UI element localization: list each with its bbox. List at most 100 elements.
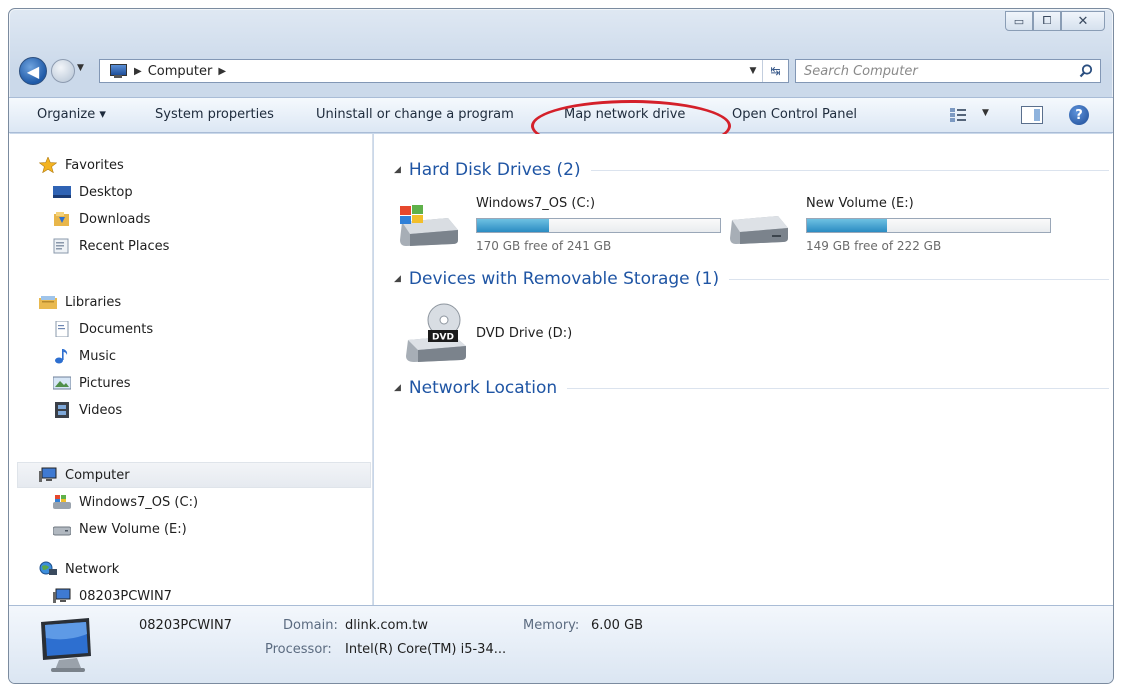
close-button[interactable]: ✕ [1061,11,1105,31]
search-input[interactable]: Search Computer [795,59,1101,83]
drive-e-name: New Volume (E:) [806,196,914,211]
nav-desktop-label: Desktop [79,184,133,200]
libraries-icon [39,296,57,309]
caption-buttons: ▭ ⧠ ✕ [1005,11,1105,31]
navigation-row: ◀ ▼ ▶ Computer ▶ ▼ ↹ Search Computer [9,53,1113,89]
nav-pictures-label: Pictures [79,375,131,391]
star-icon [39,157,57,173]
uninstall-program-button[interactable]: Uninstall or change a program [316,107,514,122]
collapse-triangle-icon[interactable]: ◢ [394,383,401,393]
details-pc-name: 08203PCWIN7 [139,618,232,633]
search-placeholder: Search Computer [804,63,918,79]
organize-button[interactable]: Organize ▾ [37,107,106,122]
nav-music[interactable]: Music [53,346,116,366]
group-hard-disk-drives[interactable]: ◢ Hard Disk Drives (2) [394,160,1109,180]
drive-c-free-space: 170 GB free of 241 GB [476,239,612,253]
details-processor-label: Processor: [265,642,332,657]
help-icon[interactable]: ? [1069,105,1089,125]
back-button[interactable]: ◀ [19,57,47,85]
group-divider [590,169,1109,171]
explorer-window: ▭ ⧠ ✕ ◀ ▼ ▶ Computer ▶ ▼ ↹ Search Comput… [8,8,1114,684]
open-control-panel-button[interactable]: Open Control Panel [732,107,857,122]
nav-network-label: Network [65,561,120,577]
recent-pages-dropdown[interactable]: ▼ [77,63,84,73]
nav-desktop[interactable]: Desktop [53,182,133,202]
nav-downloads[interactable]: Downloads [53,209,150,229]
refresh-icon[interactable]: ↹ [762,60,788,82]
group-removable-storage-title: Devices with Removable Storage (1) [408,269,720,289]
nav-videos-label: Videos [79,402,123,418]
pictures-icon [53,376,71,390]
map-network-drive-button[interactable]: Map network drive [564,107,685,122]
nav-computer-label: Computer [65,467,130,483]
breadcrumb-computer[interactable]: Computer [148,64,213,79]
details-domain-value: dlink.com.tw [345,618,429,633]
desktop-icon [53,186,71,198]
nav-pictures[interactable]: Pictures [53,373,130,393]
minimize-button[interactable]: ▭ [1005,11,1033,31]
drive-c-usage-fill [477,219,549,232]
computer-icon [39,467,57,482]
group-network-location[interactable]: ◢ Network Location [394,378,1109,398]
nav-documents-label: Documents [79,321,154,337]
details-pane: 08203PCWIN7 Domain: dlink.com.tw Memory:… [9,605,1113,683]
nav-computer[interactable]: Computer [39,465,130,485]
hard-drive-icon [730,216,788,244]
group-removable-storage[interactable]: ◢ Devices with Removable Storage (1) [394,269,1109,289]
address-dropdown-icon[interactable]: ▼ [744,66,762,76]
documents-icon [55,321,69,337]
drive-c-name: Windows7_OS (C:) [476,196,596,211]
downloads-folder-icon [54,212,69,226]
nav-network[interactable]: Network [39,559,119,579]
drive-c-usage-bar [476,218,721,233]
view-options-dropdown-icon[interactable]: ▼ [982,108,989,118]
preview-pane-icon[interactable] [1021,106,1043,124]
computer-icon [108,63,128,79]
nav-libraries-label: Libraries [65,294,122,310]
details-memory-value: 6.00 GB [591,618,644,633]
arrow-left-icon: ◀ [26,61,40,81]
drive-e-usage-fill [807,219,887,232]
details-memory-label: Memory: [523,618,580,633]
nav-documents[interactable]: Documents [53,319,153,339]
content-pane: ◢ Hard Disk Drives (2) Windows7_OS (C:) … [374,134,1113,605]
nav-network-pc[interactable]: 08203PCWIN7 [53,586,172,606]
nav-favorites[interactable]: Favorites [39,155,124,175]
nav-drive-c[interactable]: Windows7_OS (C:) [53,492,198,512]
nav-drive-c-label: Windows7_OS (C:) [79,494,199,510]
network-globe-icon [39,561,57,575]
group-divider [567,387,1109,389]
collapse-triangle-icon[interactable]: ◢ [394,165,401,175]
details-processor-value: Intel(R) Core(TM) i5-34... [345,642,507,657]
command-bar: Organize ▾ System properties Uninstall o… [9,97,1113,152]
nav-videos[interactable]: Videos [53,400,122,420]
nav-drive-e-label: New Volume (E:) [79,521,187,537]
maximize-button[interactable]: ⧠ [1033,11,1061,31]
navigation-pane: Favorites Desktop Downloads Recent Place… [9,134,373,605]
computer-icon [53,588,71,603]
windows-drive-icon [400,205,458,246]
nav-network-pc-label: 08203PCWIN7 [79,588,172,604]
recent-places-icon [53,238,69,254]
search-icon[interactable] [1078,63,1094,79]
windows-drive-icon [53,495,71,509]
system-properties-button[interactable]: System properties [155,107,274,122]
nav-recent-places-label: Recent Places [79,238,170,254]
change-view-icon[interactable] [949,107,967,123]
nav-favorites-label: Favorites [65,157,124,173]
chevron-right-icon[interactable]: ▶ [218,66,226,77]
forward-button[interactable] [51,59,75,83]
music-note-icon [55,349,68,364]
computer-monitor-icon [41,618,91,672]
chevron-right-icon[interactable]: ▶ [134,66,142,77]
details-domain-label: Domain: [283,618,338,633]
nav-downloads-label: Downloads [79,211,151,227]
dvd-badge-text: DVD [432,333,454,343]
collapse-triangle-icon[interactable]: ◢ [394,274,401,284]
nav-recent-places[interactable]: Recent Places [53,236,169,256]
address-bar[interactable]: ▶ Computer ▶ ▼ ↹ [99,59,789,83]
drive-e-free-space: 149 GB free of 222 GB [806,239,942,253]
nav-music-label: Music [79,348,116,364]
nav-drive-e[interactable]: New Volume (E:) [53,519,187,539]
nav-libraries[interactable]: Libraries [39,292,121,312]
